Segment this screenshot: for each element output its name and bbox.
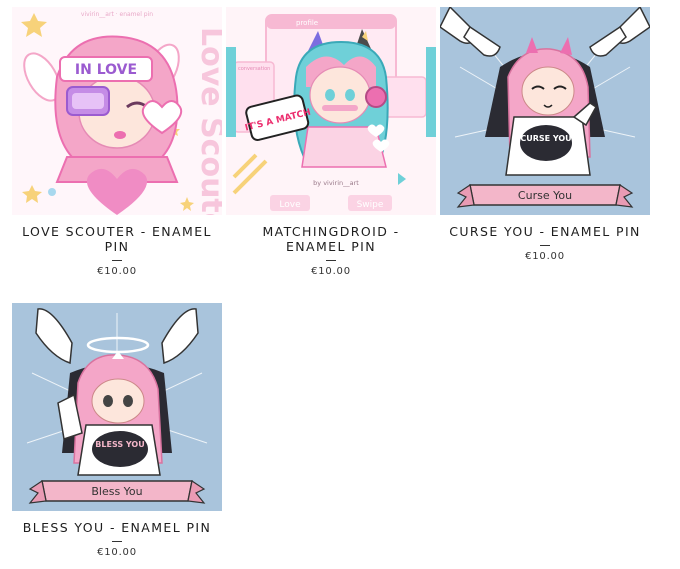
mouth-text: CURSE YOU [520, 134, 571, 143]
product-price: €10.00 [97, 266, 137, 277]
side-window-label: conversation [238, 66, 270, 72]
product-title[interactable]: LOVE SCOUTER - ENAMEL PIN [12, 224, 222, 254]
product-card-matchingdroid[interactable]: profile conversation IT'S A MATCH by viv… [226, 7, 436, 277]
product-title[interactable]: CURSE YOU - ENAMEL PIN [440, 224, 650, 239]
love-button-label: Love [279, 200, 301, 210]
title-divider [326, 260, 336, 261]
product-title-line[interactable]: CURSE YOU - ENAMEL PIN [440, 224, 650, 239]
side-lettering: Love Scouter [194, 27, 222, 215]
product-title[interactable]: MATCHINGDROID - ENAMEL PIN [226, 224, 436, 254]
product-image-curse-you[interactable]: CURSE YOU Curse You [440, 7, 650, 215]
credit-text: by vivirin__art [313, 179, 359, 187]
ribbon-text: Curse You [518, 189, 572, 202]
product-title[interactable]: BLESS YOU - ENAMEL PIN [12, 520, 222, 535]
title-divider [540, 245, 550, 246]
banner-text: IN LOVE [75, 62, 137, 78]
product-card-curse-you[interactable]: CURSE YOU Curse You CURSE YOU - ENAMEL P… [440, 7, 650, 262]
title-divider [112, 541, 122, 542]
watermark-text: vivirin__art · enamel pin [81, 11, 153, 18]
product-grid: vivirin__art · enamel pin Love Scouter [0, 0, 680, 569]
title-divider [112, 260, 122, 261]
product-price: €10.00 [311, 266, 351, 277]
product-image-bless-you[interactable]: BLESS YOU Bless You [12, 303, 222, 511]
product-image-love-scouter[interactable]: vivirin__art · enamel pin Love Scouter [12, 7, 222, 215]
product-image-matchingdroid[interactable]: profile conversation IT'S A MATCH by viv… [226, 7, 436, 215]
product-price: €10.00 [97, 547, 137, 558]
ribbon-text: Bless You [91, 485, 142, 498]
product-price: €10.00 [525, 251, 565, 262]
swipe-button-label: Swipe [357, 200, 384, 210]
product-title-line[interactable]: BLESS YOU - ENAMEL PIN [12, 520, 222, 535]
product-title-line[interactable]: ENAMEL PIN [226, 239, 436, 254]
product-card-love-scouter[interactable]: vivirin__art · enamel pin Love Scouter [12, 7, 222, 277]
product-title-line[interactable]: PIN [12, 239, 222, 254]
product-card-bless-you[interactable]: BLESS YOU Bless You BLESS YOU - ENAMEL P… [12, 303, 222, 558]
window-label: profile [296, 19, 318, 27]
product-title-line[interactable]: MATCHINGDROID - [226, 224, 436, 239]
mouth-text: BLESS YOU [95, 440, 144, 449]
product-title-line[interactable]: LOVE SCOUTER - ENAMEL [12, 224, 222, 239]
